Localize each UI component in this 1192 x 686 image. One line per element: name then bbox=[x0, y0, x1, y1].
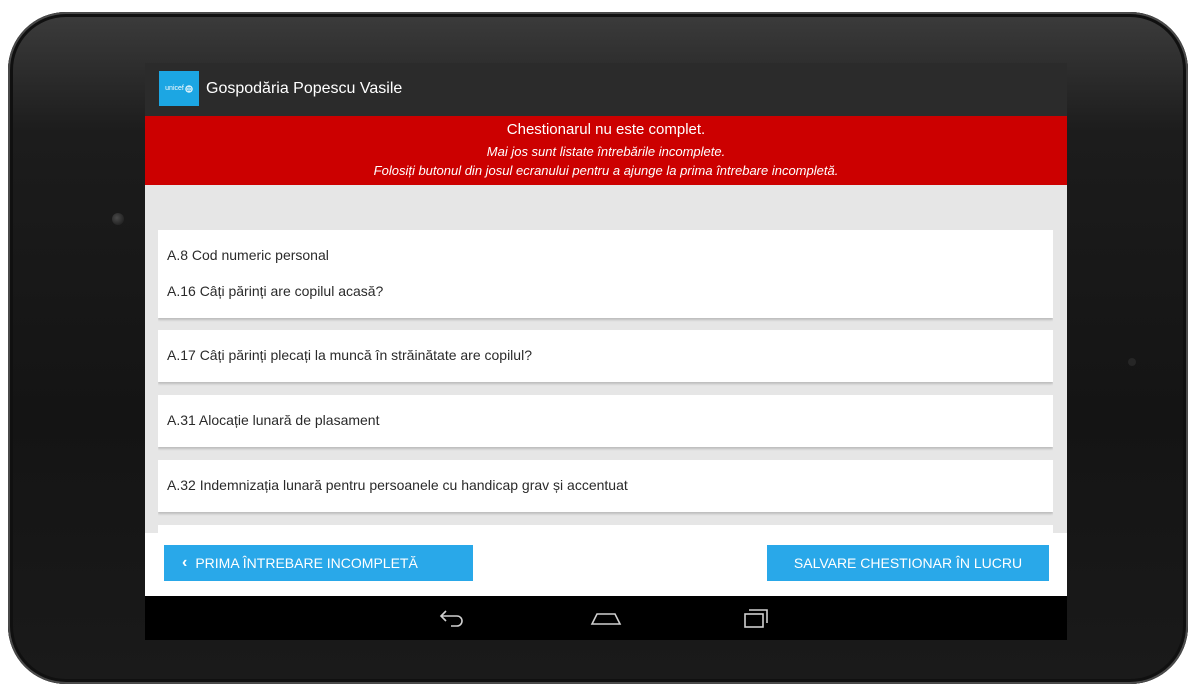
incomplete-question-list[interactable]: A.8 Cod numeric personal A.16 Câți părinț… bbox=[158, 230, 1053, 533]
bottom-action-bar: ‹ PRIMA ÎNTREBARE INCOMPLETĂ SALVARE CHE… bbox=[145, 533, 1067, 596]
first-incomplete-question-button[interactable]: ‹ PRIMA ÎNTREBARE INCOMPLETĂ bbox=[164, 545, 473, 581]
incomplete-alert-banner: Chestionarul nu este complet. Mai jos su… bbox=[145, 116, 1067, 185]
alert-title: Chestionarul nu este complet. bbox=[506, 121, 706, 138]
action-bar: unicef Gospodăria Popescu Vasile bbox=[145, 63, 1067, 116]
question-item[interactable]: A.17 Câți părinți plecați la muncă în st… bbox=[158, 330, 1053, 382]
unicef-logo-text: unicef bbox=[165, 85, 184, 92]
question-label: A.16 Câți părinți are copilul acasă? bbox=[167, 283, 384, 299]
question-label: A.32 Indemnizația lunară pentru persoane… bbox=[167, 477, 628, 493]
system-navigation-bar bbox=[145, 596, 1067, 640]
alert-message-line-2: Folosiți butonul din josul ecranului pen… bbox=[373, 163, 839, 178]
unicef-logo[interactable]: unicef bbox=[159, 71, 199, 106]
globe-icon bbox=[185, 84, 193, 93]
question-label: A.17 Câți părinți plecați la muncă în st… bbox=[167, 347, 532, 363]
recent-apps-icon[interactable] bbox=[730, 604, 780, 632]
chevron-left-icon: ‹ bbox=[182, 554, 188, 571]
alert-message-line-1: Mai jos sunt listate întrebările incompl… bbox=[486, 144, 726, 159]
back-icon[interactable] bbox=[427, 604, 477, 632]
home-icon[interactable] bbox=[581, 604, 631, 632]
question-item[interactable]: A.32 Indemnizația lunară pentru persoane… bbox=[158, 460, 1053, 512]
save-in-progress-button[interactable]: SALVARE CHESTIONAR ÎN LUCRU bbox=[767, 545, 1049, 581]
front-camera bbox=[112, 213, 124, 225]
light-sensor bbox=[1128, 358, 1136, 366]
screen: unicef Gospodăria Popescu Vasile Chestio… bbox=[145, 63, 1067, 640]
question-item-partial[interactable] bbox=[158, 525, 1053, 533]
page-title: Gospodăria Popescu Vasile bbox=[206, 80, 403, 97]
first-incomplete-label: PRIMA ÎNTREBARE INCOMPLETĂ bbox=[195, 555, 418, 571]
question-label: A.8 Cod numeric personal bbox=[167, 247, 329, 263]
save-in-progress-label: SALVARE CHESTIONAR ÎN LUCRU bbox=[793, 555, 1023, 571]
question-item[interactable]: A.16 Câți părinți are copilul acasă? bbox=[158, 266, 1053, 318]
question-item[interactable]: A.31 Alocație lunară de plasament bbox=[158, 395, 1053, 447]
question-label: A.31 Alocație lunară de plasament bbox=[167, 412, 380, 428]
